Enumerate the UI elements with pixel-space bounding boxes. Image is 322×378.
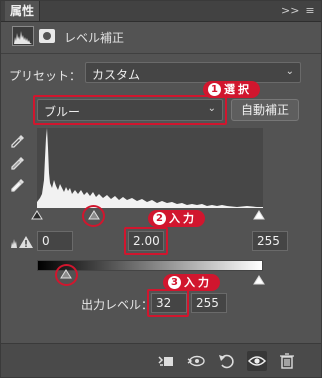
callout-text: 入力 — [184, 276, 212, 289]
callout-text: 選択 — [224, 83, 252, 96]
output-shadow-handle-highlight — [55, 264, 78, 286]
callout-number: 1 — [208, 83, 221, 96]
output-highlight-handle[interactable] — [253, 274, 265, 286]
callout-2-badge: 2 入力 — [148, 210, 205, 227]
callout-number: 2 — [153, 212, 166, 225]
panel-title-tab[interactable]: 属性 — [5, 1, 41, 21]
output-shadow-field-highlight — [147, 289, 189, 317]
gray-point-eyedropper-icon[interactable] — [11, 156, 25, 170]
view-previous-state-icon[interactable] — [186, 351, 206, 371]
panel-bottom-bar — [1, 343, 321, 377]
clipping-warning-icon[interactable] — [10, 235, 34, 249]
layer-mask-icon[interactable] — [39, 29, 55, 43]
clip-to-layer-icon[interactable] — [156, 351, 176, 371]
preset-dropdown[interactable]: カスタム ⌄ — [85, 62, 301, 83]
preset-label: プリセット： — [9, 69, 82, 83]
callout-1-badge: 1 選択 — [203, 81, 260, 98]
channel-highlight-box — [33, 95, 227, 125]
expand-icon[interactable]: >> — [281, 4, 299, 18]
properties-panel: 属性 >> ≡ レベル補正 プリセット： カスタム ⌄ ブルー ⌄ 自動補正 1… — [0, 0, 322, 378]
reset-icon[interactable] — [216, 351, 236, 371]
input-shadow-field[interactable]: 0 — [37, 231, 73, 251]
divider — [1, 53, 321, 54]
panel-header: 属性 >> ≡ — [1, 1, 321, 22]
histogram — [37, 128, 263, 208]
levels-histogram-icon[interactable] — [12, 26, 34, 46]
input-highlight-handle[interactable] — [253, 209, 265, 221]
callout-text: 入力 — [169, 212, 197, 225]
adjustment-header-row: レベル補正 — [1, 23, 321, 51]
visibility-eye-icon[interactable] — [247, 351, 267, 371]
preset-value: カスタム — [92, 68, 141, 82]
callout-number: 3 — [168, 276, 181, 289]
delete-trash-icon[interactable] — [277, 351, 297, 371]
output-levels-label: 出力レベル： — [81, 298, 154, 312]
input-shadow-handle[interactable] — [31, 209, 43, 221]
adjustment-name: レベル補正 — [64, 31, 125, 45]
midtone-handle-highlight — [82, 205, 105, 227]
auto-button[interactable]: 自動補正 — [231, 99, 299, 121]
output-highlight-field[interactable]: 255 — [191, 293, 227, 313]
white-point-eyedropper-icon[interactable] — [11, 178, 25, 192]
chevron-down-icon: ⌄ — [285, 66, 294, 77]
black-point-eyedropper-icon[interactable] — [11, 134, 25, 148]
input-highlight-field[interactable]: 255 — [252, 231, 288, 251]
midtone-field-highlight — [124, 227, 168, 255]
panel-menu-icon[interactable]: ≡ — [303, 4, 317, 18]
